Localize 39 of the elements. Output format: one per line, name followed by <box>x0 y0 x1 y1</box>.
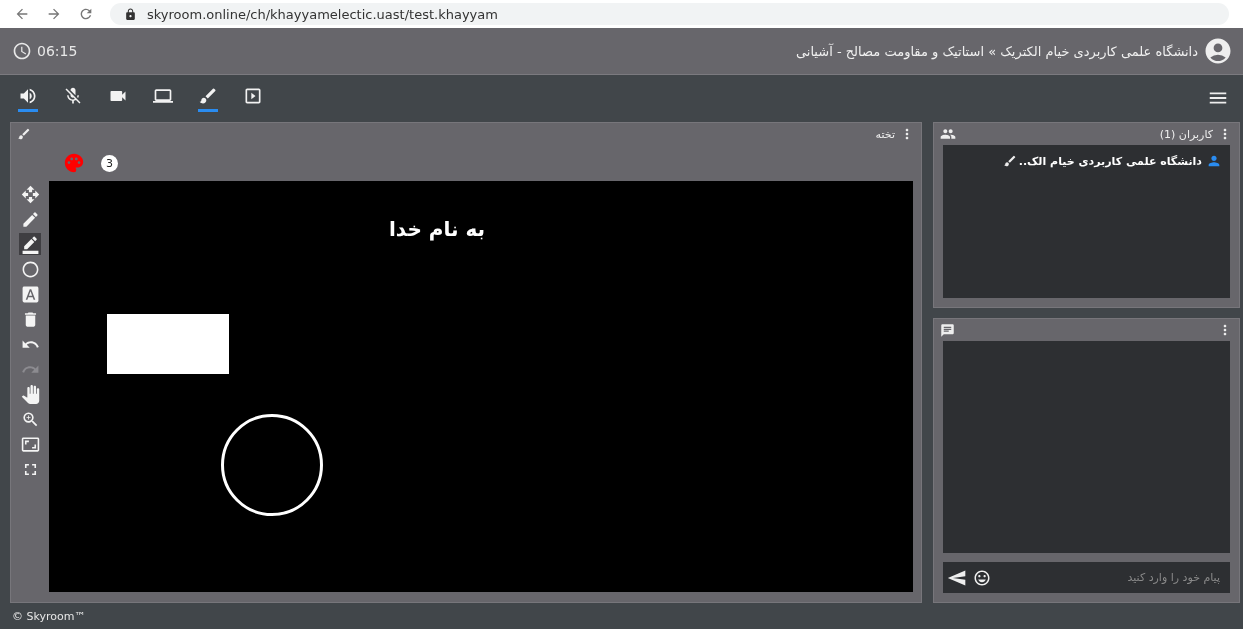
avatar-icon[interactable] <box>1203 36 1233 66</box>
move-tool[interactable] <box>19 183 41 205</box>
message-input[interactable]: پیام خود را وارد کنید <box>997 570 1222 585</box>
laptop-icon <box>153 86 173 106</box>
whiteboard-canvas[interactable]: به نام خدا <box>49 181 913 592</box>
text-icon <box>20 284 40 304</box>
url-text: skyroom.online/ch/khayyamelectic.uast/test.khayyam <box>147 6 498 22</box>
brush-size-badge[interactable]: 3 <box>101 154 118 172</box>
move-icon <box>20 184 40 204</box>
slideshow-icon <box>243 86 263 106</box>
chat-icon <box>940 322 955 338</box>
speaker-icon <box>18 86 38 106</box>
person-icon <box>1206 153 1222 169</box>
fit-icon <box>20 434 40 454</box>
back-icon[interactable] <box>14 6 30 22</box>
brush-icon <box>198 86 218 106</box>
mic-off-icon <box>63 86 83 106</box>
line-icon <box>20 234 40 254</box>
forward-icon[interactable] <box>46 6 62 22</box>
pan-icon <box>20 384 40 404</box>
pan-tool[interactable] <box>19 383 41 405</box>
line-tool[interactable] <box>19 233 41 255</box>
clock-icon <box>12 41 32 61</box>
reload-icon[interactable] <box>78 6 94 22</box>
zoom-in-icon <box>20 409 40 429</box>
user-name[interactable]: دانشگاه علمی کاربردی خیام الک.. <box>1018 154 1202 168</box>
timer: 06:15 <box>37 43 78 59</box>
board-text: به نام خدا <box>389 217 486 241</box>
chat-input-bar[interactable]: پیام خود را وارد کنید <box>943 562 1230 593</box>
address-bar[interactable]: skyroom.online/ch/khayyamelectic.uast/test.khayyam <box>110 3 1229 25</box>
people-icon <box>940 126 956 142</box>
brush-icon <box>1003 154 1017 168</box>
emoji-icon[interactable] <box>973 568 991 587</box>
panel-title: تخته <box>875 127 895 141</box>
brush-icon <box>17 127 31 141</box>
copyright-text: © Skyroom™ <box>12 609 86 623</box>
panel-title: کاربران (1) <box>1159 127 1213 141</box>
class-title: دانشگاه علمی کاربردی خیام الکتریک » استاتیک و مقاومت مصالح - آشیانی <box>795 43 1198 59</box>
lock-icon <box>124 7 137 21</box>
